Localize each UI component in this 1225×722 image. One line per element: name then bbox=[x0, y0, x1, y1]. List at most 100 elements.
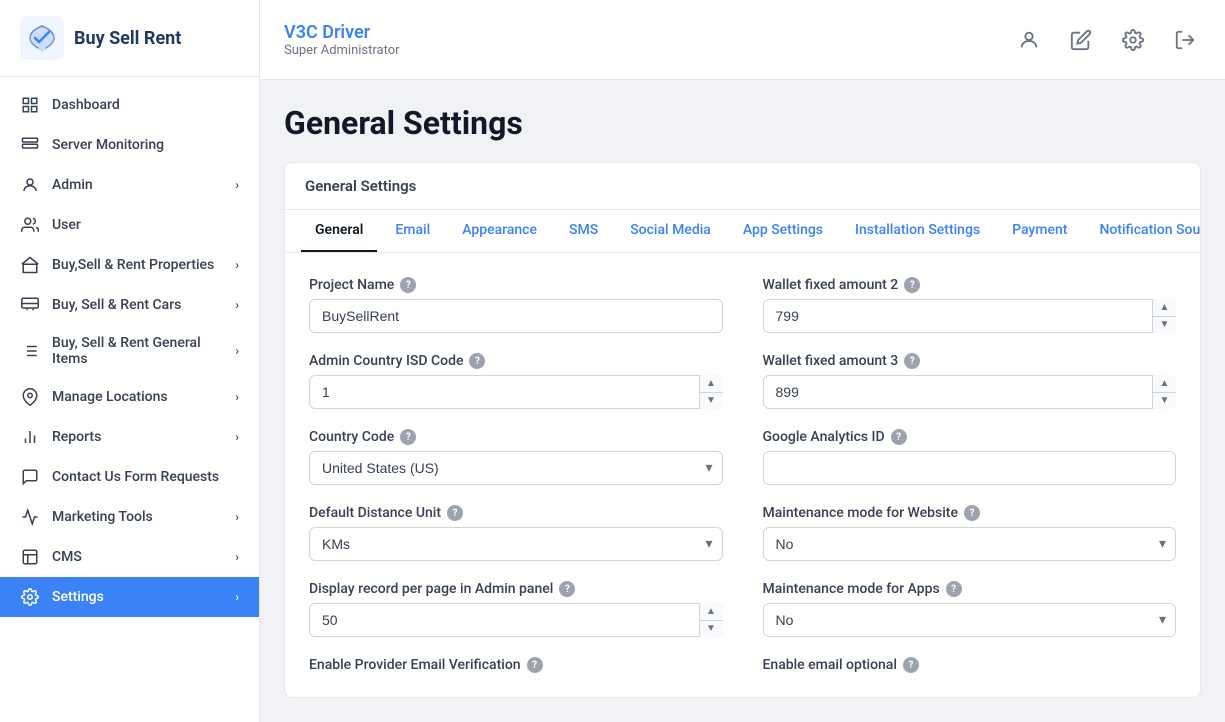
display-record-label: Display record per page in Admin panel ? bbox=[309, 581, 723, 597]
sidebar-item-user[interactable]: User bbox=[0, 205, 259, 245]
project-name-input[interactable] bbox=[309, 299, 723, 333]
admin-isd-spin-buttons: ▲ ▼ bbox=[699, 375, 723, 409]
google-analytics-input[interactable] bbox=[763, 451, 1177, 485]
enable-provider-label: Enable Provider Email Verification ? bbox=[309, 657, 723, 673]
admin-isd-spin-down[interactable]: ▼ bbox=[700, 393, 723, 410]
sidebar-logo-text: Buy Sell Rent bbox=[74, 28, 181, 49]
sidebar-item-server-monitoring[interactable]: Server Monitoring bbox=[0, 125, 259, 165]
settings-icon[interactable] bbox=[1117, 24, 1149, 56]
default-distance-help-icon[interactable]: ? bbox=[447, 505, 463, 521]
sidebar-item-cms[interactable]: CMS › bbox=[0, 537, 259, 577]
sidebar-item-buy-sell-rent-general[interactable]: Buy, Sell & Rent General Items › bbox=[0, 325, 259, 377]
display-record-spin-down[interactable]: ▼ bbox=[700, 621, 723, 638]
logo-icon bbox=[20, 16, 64, 60]
tabs-container: GeneralEmailAppearanceSMSSocial MediaApp… bbox=[285, 210, 1200, 253]
content-area: General Settings General Settings Genera… bbox=[260, 80, 1225, 722]
chevron-icon-marketing-tools: › bbox=[235, 510, 239, 524]
default-distance-select[interactable]: KMs Miles bbox=[309, 527, 723, 561]
wallet-fixed3-spin-down[interactable]: ▼ bbox=[1153, 393, 1176, 410]
tab-notification-sound[interactable]: Notification Sound bbox=[1085, 210, 1200, 252]
display-record-spin-up[interactable]: ▲ bbox=[700, 603, 723, 621]
wallet-fixed2-spin-down[interactable]: ▼ bbox=[1153, 317, 1176, 334]
project-name-help-icon[interactable]: ? bbox=[400, 277, 416, 293]
sidebar-item-dashboard[interactable]: Dashboard bbox=[0, 85, 259, 125]
enable-provider-help-icon[interactable]: ? bbox=[527, 657, 543, 673]
maintenance-apps-help-icon[interactable]: ? bbox=[946, 581, 962, 597]
default-distance-select-wrap: KMs Miles bbox=[309, 527, 723, 561]
country-code-select[interactable]: United States (US) United Kingdom (UK) I… bbox=[309, 451, 723, 485]
power-icon[interactable] bbox=[1169, 24, 1201, 56]
tab-installation-settings[interactable]: Installation Settings bbox=[841, 210, 994, 252]
sidebar-item-label-reports: Reports bbox=[52, 429, 101, 445]
buy-sell-rent-cars-icon bbox=[20, 295, 40, 315]
maintenance-website-select[interactable]: No Yes bbox=[763, 527, 1177, 561]
sidebar-item-settings[interactable]: Settings › bbox=[0, 577, 259, 617]
page-title: General Settings bbox=[284, 104, 1201, 142]
tab-sms[interactable]: SMS bbox=[555, 210, 612, 252]
google-analytics-label: Google Analytics ID ? bbox=[763, 429, 1177, 445]
wallet-fixed2-input[interactable] bbox=[763, 299, 1177, 333]
display-record-spin-buttons: ▲ ▼ bbox=[699, 603, 723, 637]
display-record-input[interactable] bbox=[309, 603, 723, 637]
chevron-icon-admin: › bbox=[235, 178, 239, 192]
form-body: Project Name ? Wallet fixed amount 2 ? bbox=[285, 253, 1200, 697]
sidebar-item-buy-sell-rent-cars[interactable]: Buy, Sell & Rent Cars › bbox=[0, 285, 259, 325]
chevron-icon-settings: › bbox=[235, 590, 239, 604]
sidebar-logo: Buy Sell Rent bbox=[0, 0, 259, 77]
wallet-fixed2-spin-up[interactable]: ▲ bbox=[1153, 299, 1176, 317]
cms-icon bbox=[20, 547, 40, 567]
admin-isd-spinner: ▲ ▼ bbox=[309, 375, 723, 409]
admin-isd-group: Admin Country ISD Code ? ▲ ▼ bbox=[309, 353, 723, 409]
wallet-fixed3-help-icon[interactable]: ? bbox=[904, 353, 920, 369]
tab-payment[interactable]: Payment bbox=[998, 210, 1081, 252]
sidebar: Buy Sell Rent Dashboard Server Monitorin… bbox=[0, 0, 260, 722]
wallet-fixed3-label: Wallet fixed amount 3 ? bbox=[763, 353, 1177, 369]
tab-app-settings[interactable]: App Settings bbox=[729, 210, 837, 252]
sidebar-item-marketing-tools[interactable]: Marketing Tools › bbox=[0, 497, 259, 537]
tab-social-media[interactable]: Social Media bbox=[616, 210, 725, 252]
sidebar-item-label-buy-sell-rent-cars: Buy, Sell & Rent Cars bbox=[52, 297, 181, 313]
header-user: V3C Driver Super Administrator bbox=[284, 22, 400, 58]
wallet-fixed3-input[interactable] bbox=[763, 375, 1177, 409]
display-record-group: Display record per page in Admin panel ?… bbox=[309, 581, 723, 637]
enable-email-optional-label: Enable email optional ? bbox=[763, 657, 1177, 673]
server-monitoring-icon bbox=[20, 135, 40, 155]
admin-isd-help-icon[interactable]: ? bbox=[469, 353, 485, 369]
country-code-group: Country Code ? United States (US) United… bbox=[309, 429, 723, 485]
sidebar-item-reports[interactable]: Reports › bbox=[0, 417, 259, 457]
wallet-fixed2-label: Wallet fixed amount 2 ? bbox=[763, 277, 1177, 293]
user-icon bbox=[20, 215, 40, 235]
maintenance-apps-select[interactable]: No Yes bbox=[763, 603, 1177, 637]
maintenance-website-select-wrap: No Yes bbox=[763, 527, 1177, 561]
wallet-fixed2-help-icon[interactable]: ? bbox=[904, 277, 920, 293]
maintenance-website-group: Maintenance mode for Website ? No Yes bbox=[763, 505, 1177, 561]
project-name-label: Project Name ? bbox=[309, 277, 723, 293]
admin-isd-input[interactable] bbox=[309, 375, 723, 409]
tab-email[interactable]: Email bbox=[381, 210, 444, 252]
sidebar-item-label-server-monitoring: Server Monitoring bbox=[52, 137, 164, 153]
tab-general[interactable]: General bbox=[301, 210, 377, 252]
maintenance-website-label: Maintenance mode for Website ? bbox=[763, 505, 1177, 521]
settings-card: General Settings GeneralEmailAppearanceS… bbox=[284, 162, 1201, 698]
chevron-icon-reports: › bbox=[235, 430, 239, 444]
wallet-fixed3-spin-up[interactable]: ▲ bbox=[1153, 375, 1176, 393]
edit-icon[interactable] bbox=[1065, 24, 1097, 56]
maintenance-website-help-icon[interactable]: ? bbox=[964, 505, 980, 521]
tab-appearance[interactable]: Appearance bbox=[448, 210, 551, 252]
sidebar-item-label-marketing-tools: Marketing Tools bbox=[52, 509, 153, 525]
sidebar-item-admin[interactable]: Admin › bbox=[0, 165, 259, 205]
chevron-icon-buy-sell-rent-properties: › bbox=[235, 258, 239, 272]
chevron-icon-buy-sell-rent-general: › bbox=[235, 344, 239, 358]
admin-isd-spin-up[interactable]: ▲ bbox=[700, 375, 723, 393]
maintenance-apps-group: Maintenance mode for Apps ? No Yes bbox=[763, 581, 1177, 637]
google-analytics-help-icon[interactable]: ? bbox=[891, 429, 907, 445]
sidebar-item-buy-sell-rent-properties[interactable]: Buy,Sell & Rent Properties › bbox=[0, 245, 259, 285]
sidebar-item-manage-locations[interactable]: Manage Locations › bbox=[0, 377, 259, 417]
enable-email-optional-help-icon[interactable]: ? bbox=[903, 657, 919, 673]
country-code-select-wrap: United States (US) United Kingdom (UK) I… bbox=[309, 451, 723, 485]
reports-icon bbox=[20, 427, 40, 447]
user-profile-icon[interactable] bbox=[1013, 24, 1045, 56]
display-record-help-icon[interactable]: ? bbox=[559, 581, 575, 597]
country-code-help-icon[interactable]: ? bbox=[400, 429, 416, 445]
sidebar-item-contact-us[interactable]: Contact Us Form Requests bbox=[0, 457, 259, 497]
